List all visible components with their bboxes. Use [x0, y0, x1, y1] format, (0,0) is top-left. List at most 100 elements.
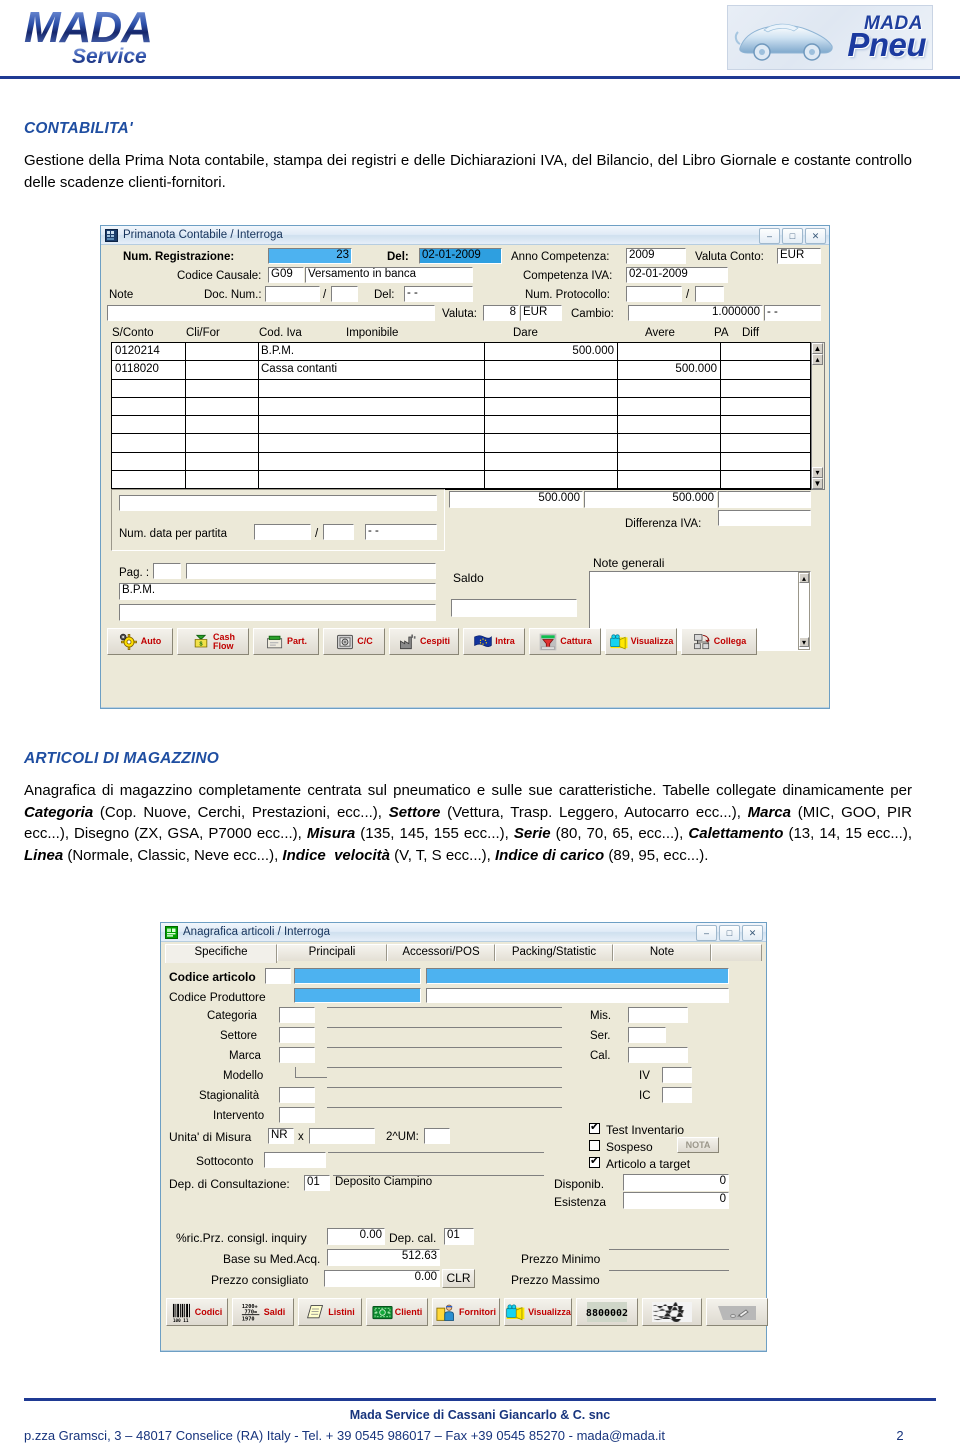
field-valuta-code[interactable]: EUR [520, 305, 562, 321]
window-controls-primanota[interactable]: – □ ✕ [759, 228, 826, 244]
field-unita-misura-qty[interactable] [309, 1128, 375, 1144]
toolbar-button-part-[interactable]: Part. [253, 628, 319, 655]
cell-sconto[interactable] [112, 435, 185, 452]
toolbar-button-cattura[interactable]: Cattura [529, 628, 601, 655]
checkbox-articolo-target[interactable] [589, 1155, 600, 1168]
maximize-button[interactable]: □ [719, 925, 740, 941]
cell-pa[interactable] [720, 380, 810, 397]
field-dep-consultazione-desc[interactable]: Deposito Ciampino [333, 1175, 544, 1191]
field-stagionalita-code[interactable] [279, 1087, 315, 1103]
field-prezzo-minimo[interactable] [609, 1249, 729, 1266]
cell-clifor[interactable] [185, 380, 258, 397]
field-codice-causale-desc[interactable]: Versamento in banca [305, 267, 473, 283]
note-scroll-up-button[interactable]: ▴ [799, 573, 809, 583]
minimize-button[interactable]: – [759, 228, 780, 244]
field-ric-prz[interactable]: 0.00 [327, 1228, 385, 1245]
cell-dare[interactable] [484, 398, 617, 415]
note-generali-scrollbar[interactable]: ▴ ▾ [798, 572, 810, 650]
field-dep-consultazione-code[interactable]: 01 [304, 1175, 330, 1191]
toolbar-button-cash-flow[interactable]: $ Cash Flow [177, 628, 249, 655]
toolbar-button-noise-image[interactable] [642, 1298, 702, 1326]
toolbar-button-fornitori[interactable]: Fornitori [432, 1298, 500, 1326]
field-note-text[interactable] [107, 305, 435, 321]
cell-codiva[interactable]: B.P.M. [258, 343, 484, 360]
field-doc-num-2[interactable] [331, 286, 358, 302]
titlebar-anagrafica[interactable]: Anagrafica articoli / Interroga – □ ✕ [161, 923, 766, 942]
field-pag-desc[interactable] [186, 563, 436, 579]
cell-dare[interactable] [484, 416, 617, 433]
cell-clifor[interactable] [185, 471, 258, 488]
cell-clifor[interactable] [185, 361, 258, 378]
field-doc-num-1[interactable] [265, 286, 320, 302]
table-row[interactable] [112, 416, 810, 435]
field-dep-cal[interactable]: 01 [444, 1228, 474, 1245]
field-ic[interactable] [662, 1087, 692, 1103]
toolbar-button-visualizza[interactable]: Visualizza [504, 1298, 572, 1326]
cell-clifor[interactable] [185, 453, 258, 470]
cell-dare[interactable] [484, 471, 617, 488]
cell-codiva[interactable] [258, 435, 484, 452]
window-anagrafica-articoli[interactable]: Anagrafica articoli / Interroga – □ ✕ Sp… [160, 922, 768, 1352]
tabstrip-anagrafica[interactable]: Specifiche Principali Accessori/POS Packing… [165, 944, 762, 963]
cell-avere[interactable] [617, 398, 720, 415]
tab-principali[interactable]: Principali [277, 944, 387, 961]
field-categoria-desc[interactable] [327, 1007, 562, 1023]
field-um2[interactable] [424, 1128, 450, 1144]
toolbar-button-clienti[interactable]: Clienti [366, 1298, 428, 1326]
field-prezzo-massimo[interactable] [609, 1270, 729, 1287]
field-sottoconto-1[interactable] [264, 1152, 326, 1168]
scroll-bottom-button[interactable]: ▼ [812, 478, 823, 489]
cell-pa[interactable] [720, 453, 810, 470]
toolbar-button-intra[interactable]: Intra [463, 628, 525, 655]
table-row[interactable] [112, 435, 810, 453]
table-row[interactable]: 0120214 B.P.M. 500.000 [112, 343, 810, 362]
cell-clifor[interactable] [185, 398, 258, 415]
field-modello-desc[interactable] [327, 1067, 562, 1083]
cell-sconto[interactable]: 0120214 [112, 343, 185, 360]
toolbar-button-codici[interactable]: 100 11 Codici [166, 1298, 228, 1326]
field-stagionalita-desc[interactable] [327, 1087, 562, 1103]
field-num-registrazione[interactable]: 23 [268, 248, 352, 264]
cell-dare[interactable] [484, 453, 617, 470]
table-row[interactable] [112, 398, 810, 417]
checkbox-test-inventario[interactable] [589, 1121, 600, 1134]
field-settore-desc[interactable] [327, 1027, 562, 1043]
nota-button[interactable]: NOTA [677, 1137, 719, 1153]
toolbar-button-listini[interactable]: Listini [298, 1298, 362, 1326]
tab-specifiche[interactable]: Specifiche [165, 944, 277, 963]
cell-codiva[interactable] [258, 398, 484, 415]
cell-sconto[interactable] [112, 416, 185, 433]
table-scrollbar[interactable]: ▲ ▴ ▾ ▼ [811, 342, 825, 490]
minimize-button[interactable]: – [696, 925, 717, 941]
field-marca-desc[interactable] [327, 1047, 562, 1063]
cell-pa[interactable] [720, 361, 810, 378]
close-button[interactable]: ✕ [805, 228, 826, 244]
field-cal[interactable] [628, 1047, 688, 1063]
tab-note[interactable]: Note [613, 944, 711, 961]
cell-codiva[interactable] [258, 453, 484, 470]
cell-clifor[interactable] [185, 343, 258, 360]
toolbar-button-c-c[interactable]: C/C [323, 628, 385, 655]
field-competenza-iva[interactable]: 02-01-2009 [626, 267, 728, 283]
field-doc-del-date[interactable]: - - [404, 286, 473, 302]
field-codice-articolo-1[interactable] [265, 968, 291, 984]
cell-pa[interactable] [720, 416, 810, 433]
field-valuta-conto[interactable]: EUR [777, 248, 821, 264]
cell-dare[interactable]: 500.000 [484, 343, 617, 360]
cell-dare[interactable] [484, 380, 617, 397]
field-partita-desc[interactable] [119, 495, 437, 511]
field-codice-causale-code[interactable]: G09 [268, 267, 304, 283]
field-codice-produttore-2[interactable] [426, 988, 729, 1003]
toolbar-button-collega[interactable]: Collega [681, 628, 757, 655]
cell-avere[interactable] [617, 343, 720, 360]
field-differenza-iva[interactable] [718, 510, 811, 526]
toolbar-button-8800002[interactable]: 8800002 [576, 1298, 638, 1326]
cell-codiva[interactable] [258, 380, 484, 397]
scroll-down-button[interactable]: ▾ [812, 467, 823, 478]
field-categoria-code[interactable] [279, 1007, 315, 1023]
table-primanota[interactable]: 0120214 B.P.M. 500.000 0118020 Cassa contant… [111, 342, 811, 490]
table-row[interactable] [112, 471, 810, 490]
cell-sconto[interactable] [112, 471, 185, 488]
window-primanota-contabile[interactable]: Primanota Contabile / Interroga – □ ✕ Nu… [100, 225, 830, 709]
field-cambio-date[interactable]: - - [764, 305, 821, 321]
